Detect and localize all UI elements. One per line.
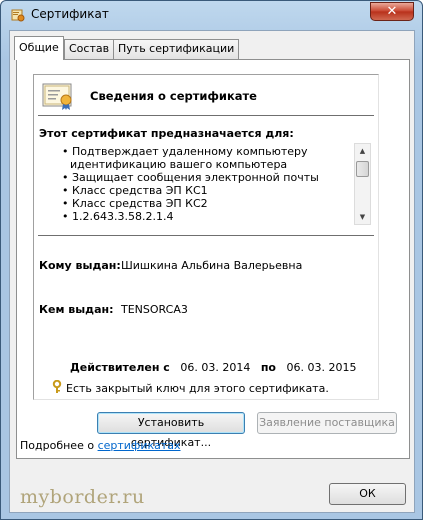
separator <box>38 115 374 116</box>
scroll-thumb[interactable] <box>356 161 369 177</box>
list-item: • Подтверждает удаленному компьютеру <box>62 145 308 158</box>
key-icon <box>52 380 62 393</box>
close-button[interactable]: ✕ <box>370 2 414 21</box>
learn-more-row: Подробнее о сертификатах <box>20 439 181 452</box>
list-item: идентификацию вашего компьютера <box>70 158 288 171</box>
issuer-statement-button[interactable]: Заявление поставщика <box>257 412 397 434</box>
issued-to-label: Кому выдан: <box>39 259 121 272</box>
info-title: Сведения о сертификате <box>90 89 257 103</box>
window-title: Сертификат <box>31 7 109 21</box>
tab-certification-path[interactable]: Путь сертификации <box>113 39 240 59</box>
watermark: myborder.ru <box>20 486 145 508</box>
valid-from-label: Действителен с <box>70 361 170 374</box>
title-bar[interactable]: Сертификат ✕ <box>1 1 422 29</box>
purpose-scrollbar[interactable]: ▲ ▼ <box>354 143 371 225</box>
certificates-link[interactable]: сертификатах <box>98 439 181 452</box>
scroll-up-icon[interactable]: ▲ <box>355 144 370 158</box>
private-key-row: Есть закрытый ключ для этого сертификата… <box>52 380 329 395</box>
tab-details[interactable]: Состав <box>64 39 115 59</box>
issued-by-label: Кем выдан: <box>39 303 114 316</box>
certificate-info-box: Сведения о сертификате Этот сертификат п… <box>33 74 379 400</box>
list-item: • Класс средства ЭП КС1 <box>62 184 208 197</box>
ok-button[interactable]: ОК <box>329 483 406 505</box>
purpose-title: Этот сертификат предназначается для: <box>39 127 294 140</box>
tab-general[interactable]: Общие <box>14 36 64 60</box>
valid-from-value: 06. 03. 2014 <box>180 361 251 374</box>
general-panel: Сведения о сертификате Этот сертификат п… <box>16 59 410 459</box>
purpose-list: • Подтверждает удаленному компьютеру иде… <box>62 145 352 223</box>
valid-to-label: по <box>260 361 276 374</box>
close-icon: ✕ <box>386 4 398 19</box>
scroll-down-icon[interactable]: ▼ <box>355 210 370 224</box>
list-item: • 1.2.643.3.58.2.1.4 <box>62 210 174 223</box>
certificate-icon <box>11 9 25 22</box>
list-item: • Класс средства ЭП КС2 <box>62 197 208 210</box>
separator <box>38 235 374 236</box>
validity-row: Действителен с 06. 03. 2014 по 06. 03. 2… <box>70 361 356 374</box>
learn-more-prefix: Подробнее о <box>20 439 95 452</box>
list-item: • Защищает сообщения электронной почты <box>62 171 319 184</box>
issued-to-value: Шишкина Альбина Валерьевна <box>121 259 303 272</box>
install-certificate-button[interactable]: Установить сертификат... <box>97 412 245 449</box>
certificate-info-icon <box>42 83 72 110</box>
issued-by-value: TENSORCA3 <box>121 303 188 316</box>
dialog-client: Общие Состав Путь сертификации Сведения … <box>9 30 415 513</box>
valid-to-value: 06. 03. 2015 <box>286 361 357 374</box>
private-key-text: Есть закрытый ключ для этого сертификата… <box>66 382 329 395</box>
certificate-window: Сертификат ✕ Общие Состав Путь сертифика… <box>0 0 423 520</box>
